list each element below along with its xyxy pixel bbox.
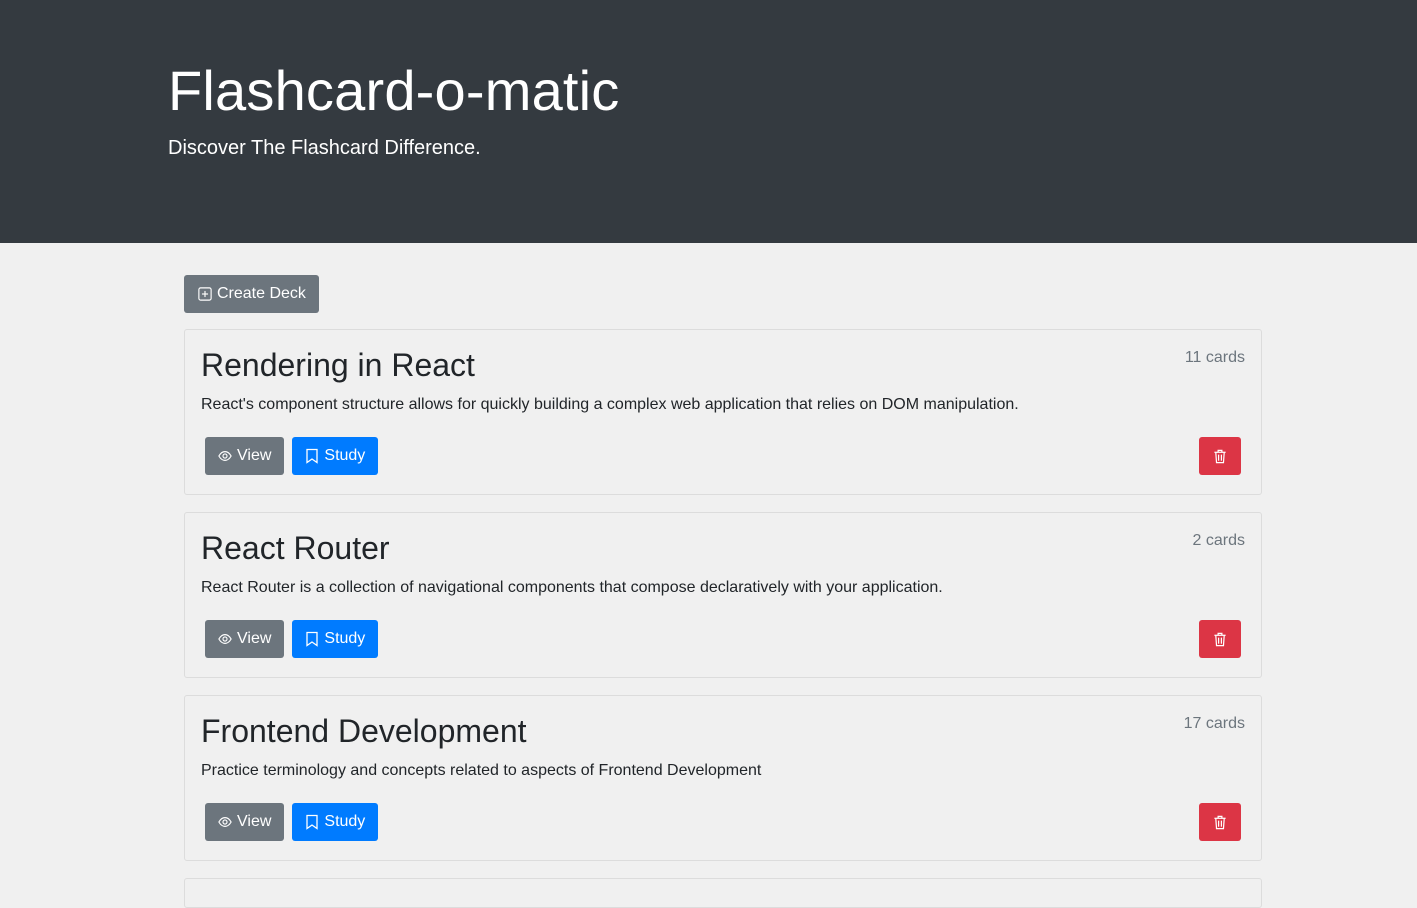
study-deck-button[interactable]: Study xyxy=(292,437,379,475)
deck-card-count: 11 cards xyxy=(1184,349,1245,366)
app-title: Flashcard-o-matic xyxy=(168,59,620,122)
deck-description: React Router is a collection of navigati… xyxy=(201,579,943,596)
create-deck-button[interactable]: Create Deck xyxy=(184,275,319,313)
eye-icon xyxy=(218,632,232,646)
deck-card: Rendering in React 11 cards React's comp… xyxy=(184,329,1262,495)
deck-actions: View Study xyxy=(205,620,379,658)
study-label: Study xyxy=(324,813,366,830)
trash-icon xyxy=(1213,815,1227,830)
bookmark-icon xyxy=(305,814,319,830)
delete-deck-button[interactable] xyxy=(1199,437,1241,475)
study-deck-button[interactable]: Study xyxy=(292,620,379,658)
deck-description: React's component structure allows for q… xyxy=(201,396,1019,413)
delete-deck-button[interactable] xyxy=(1199,803,1241,841)
view-label: View xyxy=(237,813,272,830)
deck-list-container: Create Deck Rendering in React 11 cards … xyxy=(184,275,1262,908)
view-deck-button[interactable]: View xyxy=(205,620,285,658)
deck-card: Frontend Development 17 cards Practice t… xyxy=(184,695,1262,861)
bookmark-icon xyxy=(305,448,319,464)
eye-icon xyxy=(218,449,232,463)
deck-name: Rendering in React xyxy=(201,347,475,383)
deck-name: React Router xyxy=(201,530,390,566)
view-deck-button[interactable]: View xyxy=(205,803,285,841)
deck-card-count: 2 cards xyxy=(1192,532,1245,549)
bookmark-icon xyxy=(305,631,319,647)
deck-actions: View Study xyxy=(205,437,379,475)
study-deck-button[interactable]: Study xyxy=(292,803,379,841)
study-label: Study xyxy=(324,447,366,464)
view-label: View xyxy=(237,447,272,464)
deck-card: React Router 2 cards React Router is a c… xyxy=(184,512,1262,678)
deck-name: Frontend Development xyxy=(201,713,527,749)
deck-card-count: 17 cards xyxy=(1183,715,1245,732)
deck-actions: View Study xyxy=(205,803,379,841)
view-deck-button[interactable]: View xyxy=(205,437,285,475)
trash-icon xyxy=(1213,449,1227,464)
plus-square-icon xyxy=(198,287,212,301)
eye-icon xyxy=(218,815,232,829)
view-label: View xyxy=(237,630,272,647)
deck-description: Practice terminology and concepts relate… xyxy=(201,762,762,779)
jumbotron-header: Flashcard-o-matic Discover The Flashcard… xyxy=(0,0,1417,243)
create-deck-label: Create Deck xyxy=(217,285,306,302)
study-label: Study xyxy=(324,630,366,647)
app-subtitle: Discover The Flashcard Difference. xyxy=(168,137,481,159)
deck-card xyxy=(184,878,1262,908)
delete-deck-button[interactable] xyxy=(1199,620,1241,658)
trash-icon xyxy=(1213,632,1227,647)
